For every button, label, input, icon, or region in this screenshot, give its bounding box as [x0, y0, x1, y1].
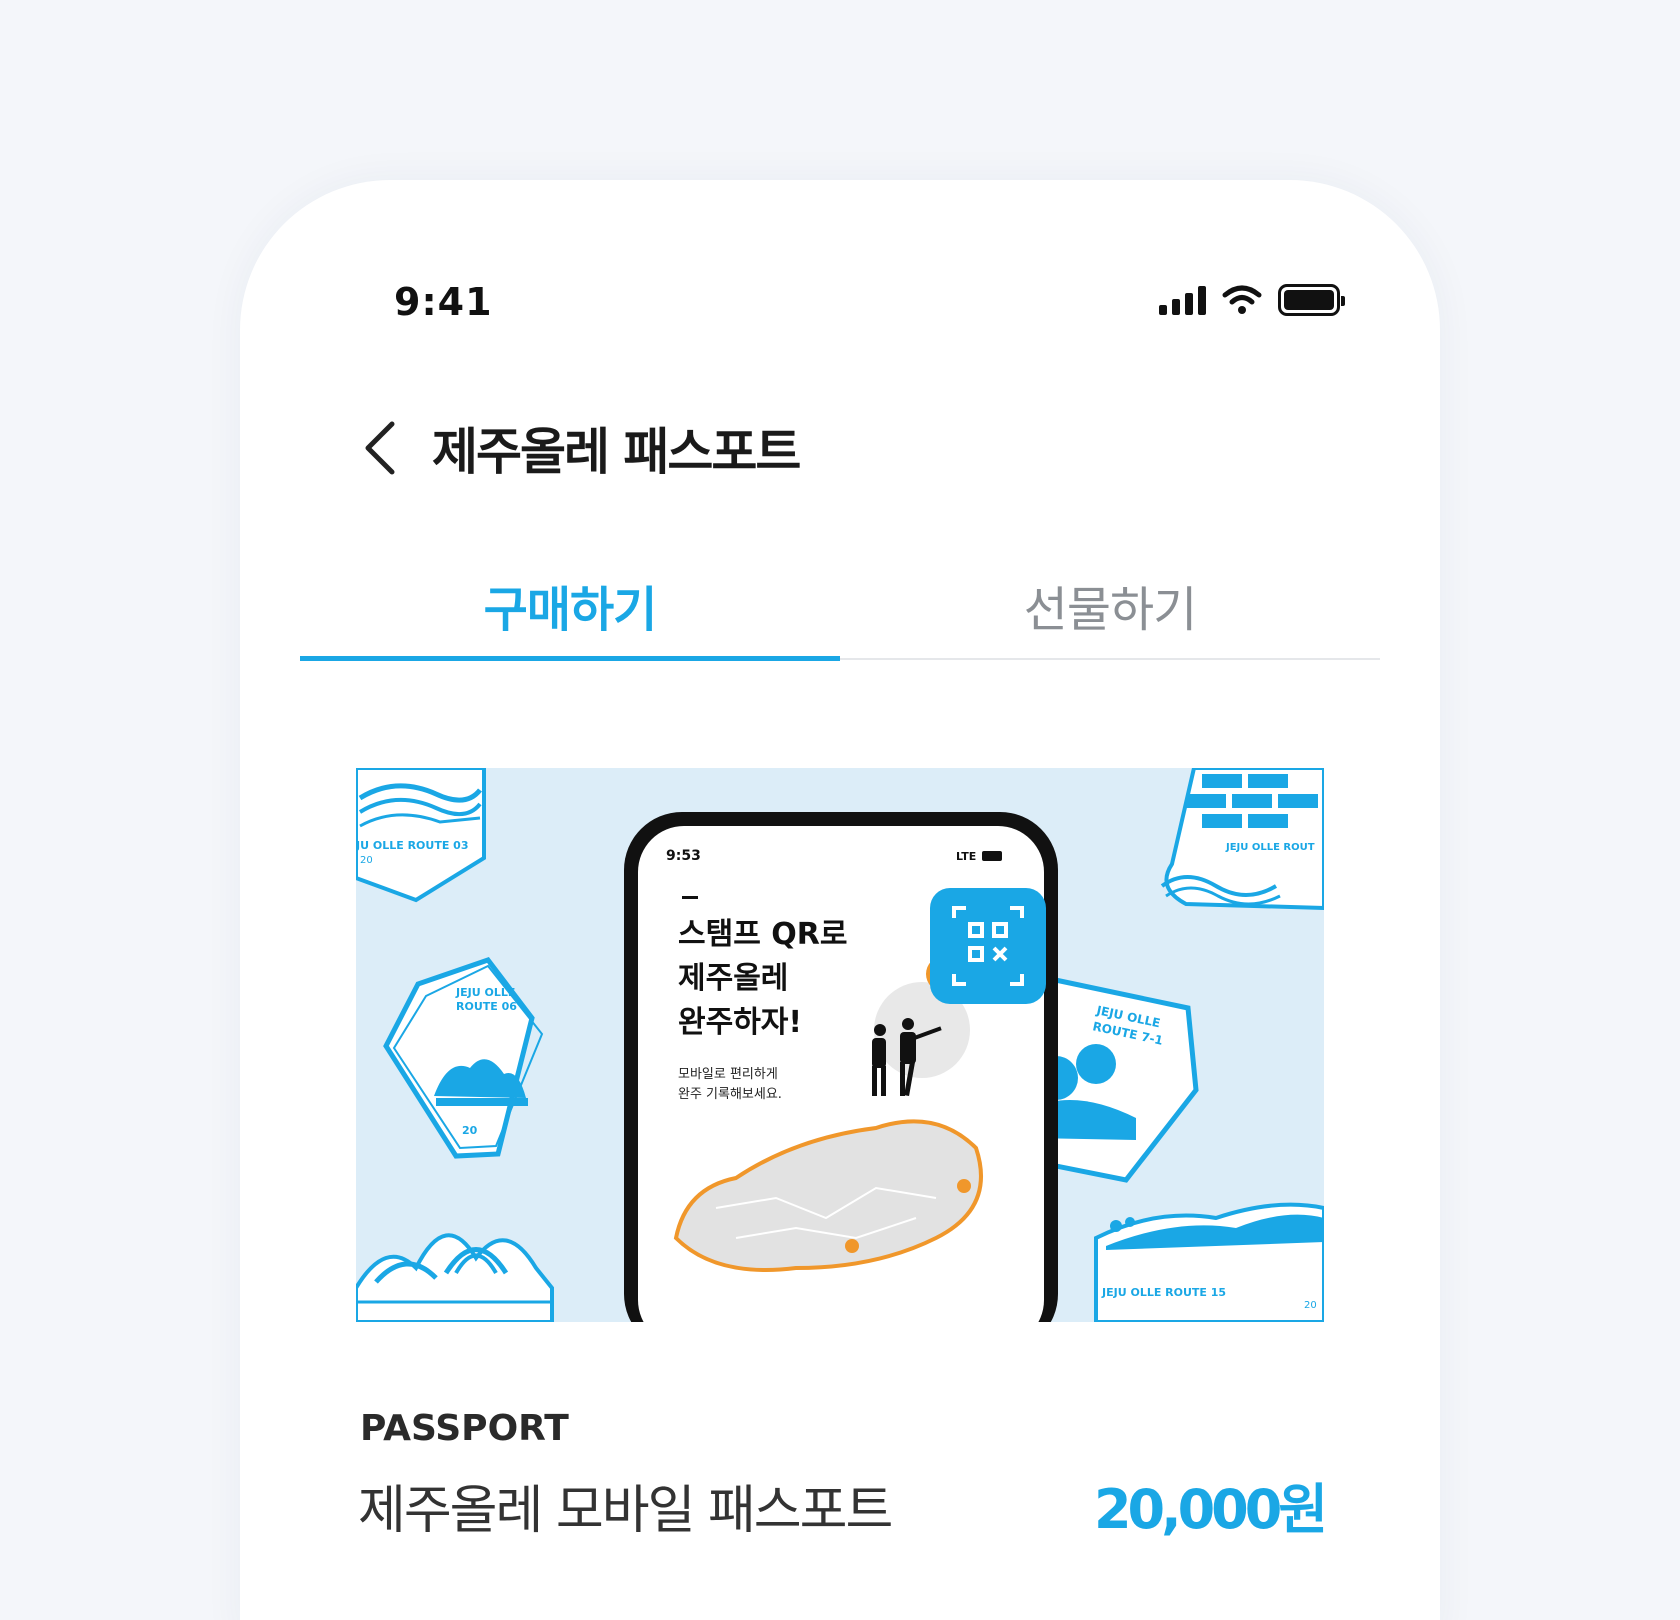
svg-text:JEJU OLLE: JEJU OLLE	[455, 986, 515, 999]
product-price: 20,000원	[1093, 1478, 1328, 1541]
svg-text:20: 20	[360, 855, 373, 866]
svg-text:제주올레: 제주올레	[678, 961, 788, 996]
tab-gift[interactable]: 선물하기	[840, 570, 1380, 658]
map-pin-icon	[957, 1179, 971, 1193]
svg-text:9:53: 9:53	[666, 848, 701, 864]
battery-icon	[1278, 284, 1345, 316]
nav-bar: 제주올레 패스포트	[350, 412, 801, 484]
tab-buy[interactable]: 구매하기	[300, 570, 840, 661]
phone-screen: 9:41 제주올레 패스포트 구매하기 선물하기 JU OLLE ROUTE 0…	[240, 180, 1440, 1620]
status-time: 9:41	[394, 280, 493, 324]
wifi-icon	[1222, 285, 1262, 314]
svg-text:JU OLLE ROUTE 03: JU OLLE ROUTE 03	[356, 839, 468, 852]
signal-icon	[1159, 285, 1206, 315]
svg-text:ROUTE 06: ROUTE 06	[456, 1000, 517, 1013]
qr-scan-badge	[930, 888, 1046, 1004]
svg-text:완주 기록해보세요.: 완주 기록해보세요.	[678, 1087, 782, 1102]
product-banner-image: JU OLLE ROUTE 03 20 JEJU OLLE ROUTE 06 2…	[356, 768, 1324, 1322]
stamp-route-15: JEJU OLLE ROUTE 15 20	[1094, 1202, 1324, 1322]
banner-illustration: JU OLLE ROUTE 03 20 JEJU OLLE ROUTE 06 2…	[356, 768, 1324, 1322]
svg-text:스탬프 QR로: 스탬프 QR로	[678, 917, 847, 952]
product-name: 제주올레 모바일 패스포트	[358, 1481, 893, 1541]
svg-text:모바일로 편리하게: 모바일로 편리하게	[678, 1067, 778, 1082]
map-pin-icon	[845, 1239, 859, 1253]
product-category-label: PASSPORT	[360, 1408, 569, 1449]
svg-text:JEJU OLLE ROUT: JEJU OLLE ROUT	[1225, 842, 1315, 853]
svg-text:20: 20	[462, 1124, 478, 1137]
svg-text:완주하자!: 완주하자!	[678, 1005, 802, 1040]
svg-text:JEJU OLLE ROUTE 15: JEJU OLLE ROUTE 15	[1101, 1286, 1226, 1299]
back-button[interactable]	[350, 413, 410, 483]
page-title: 제주올레 패스포트	[432, 423, 801, 481]
svg-text:20: 20	[1304, 1300, 1317, 1311]
svg-text:LTE: LTE	[956, 850, 976, 863]
chevron-left-icon	[365, 421, 395, 475]
status-icons	[1159, 284, 1345, 316]
tab-bar: 구매하기 선물하기	[300, 570, 1380, 661]
